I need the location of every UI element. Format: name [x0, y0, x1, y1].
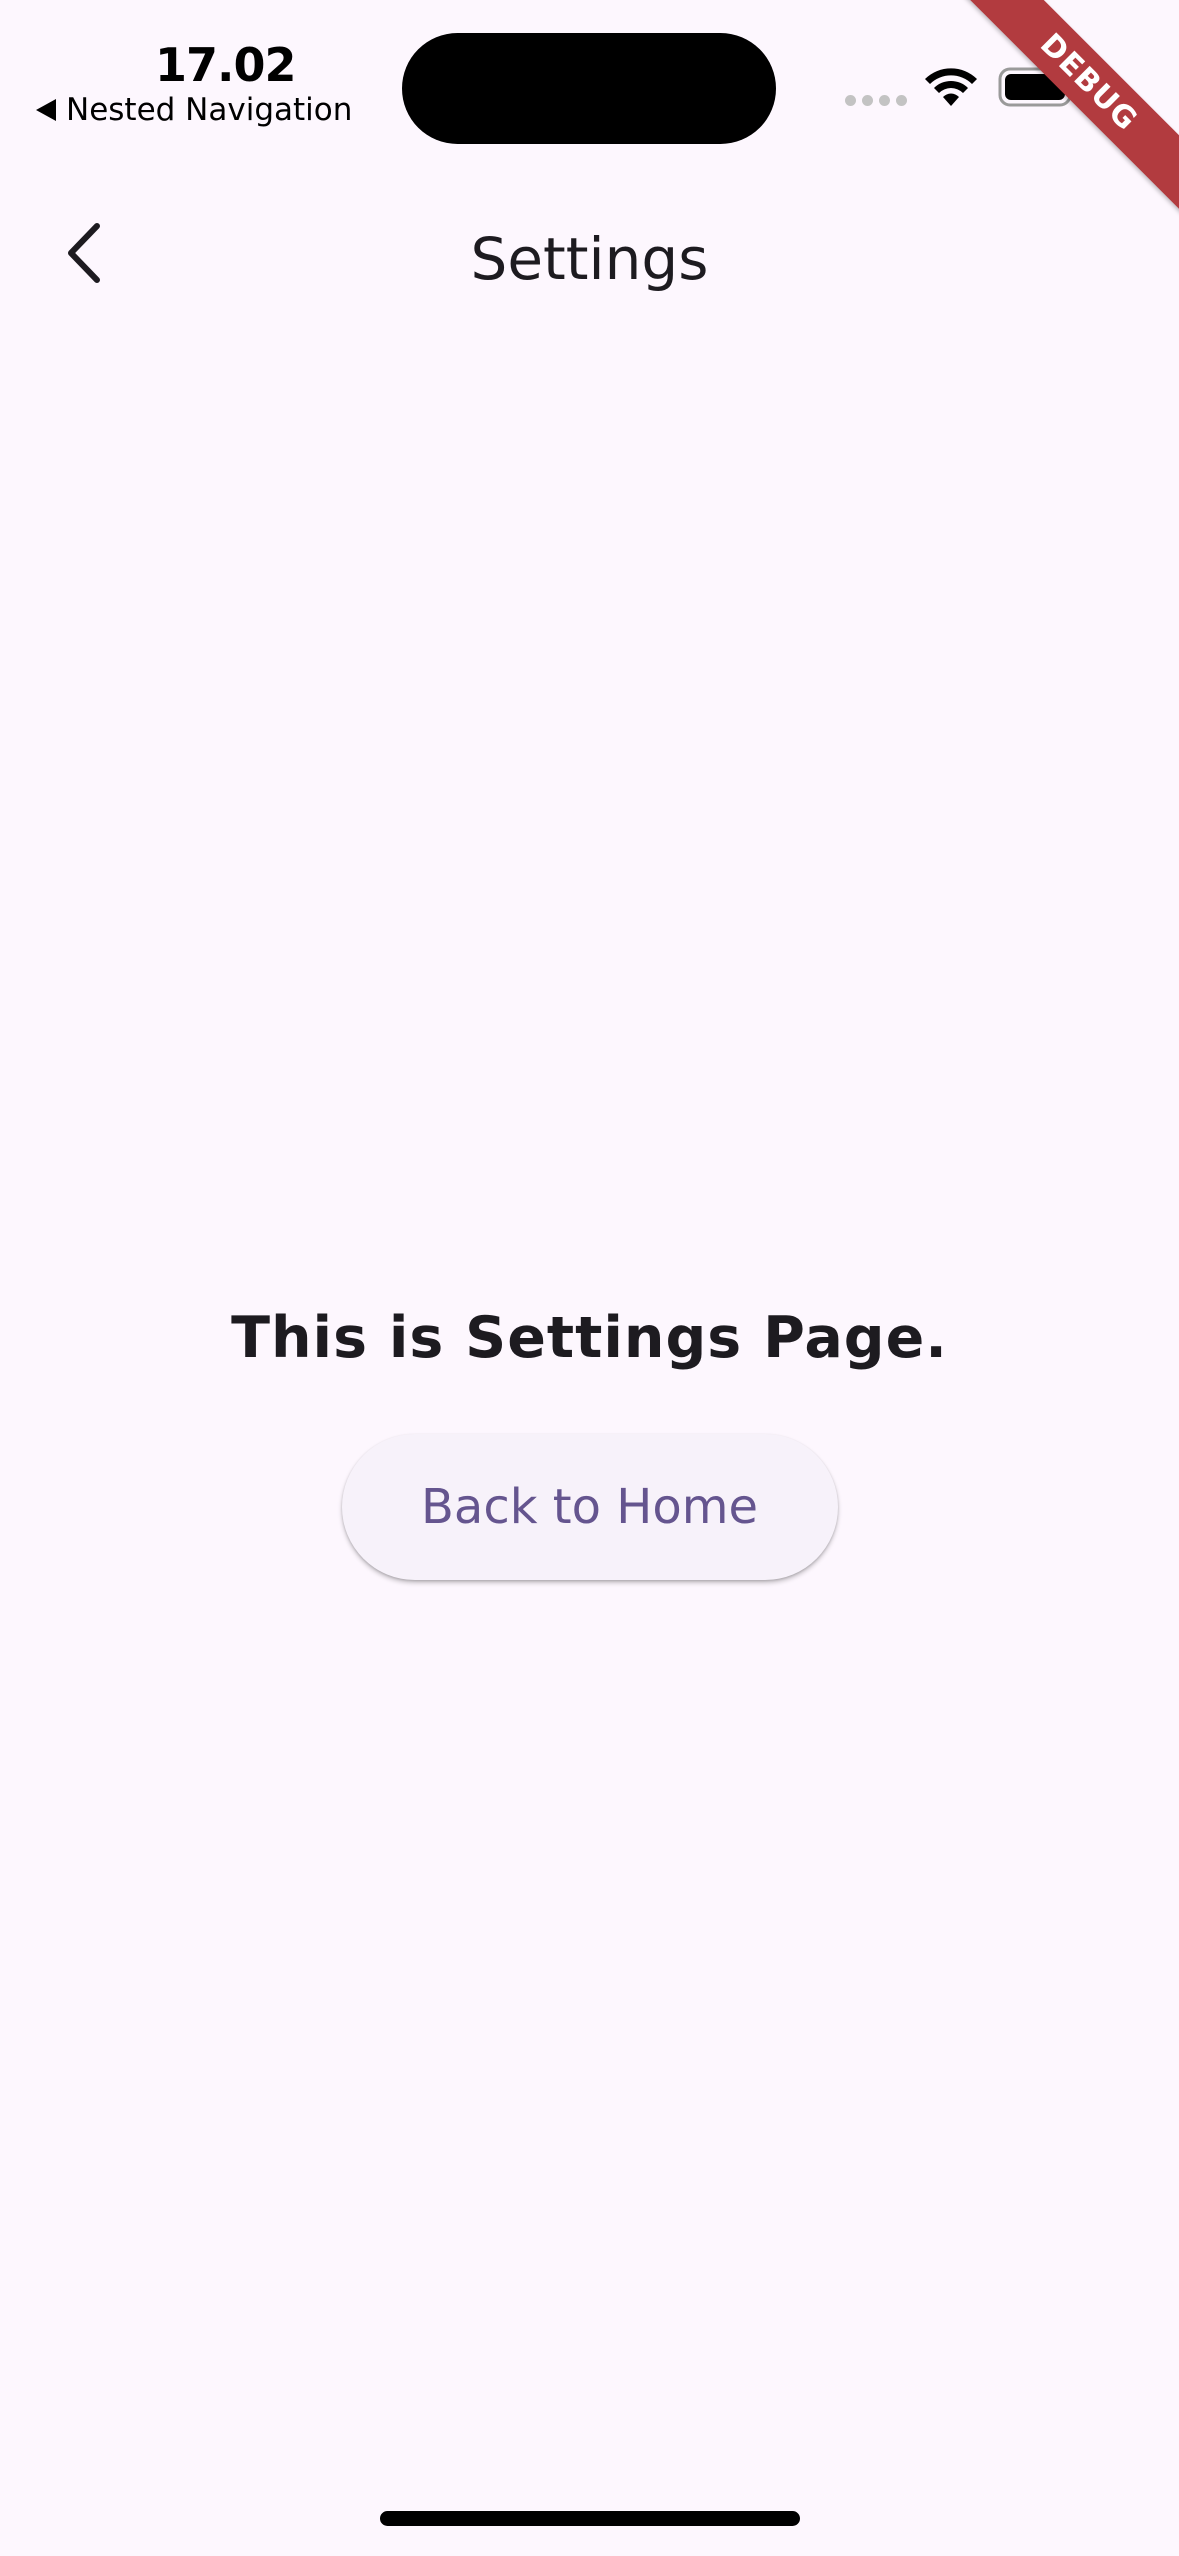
- cellular-signal-icon: [845, 95, 907, 106]
- back-to-home-button[interactable]: Back to Home: [341, 1434, 838, 1580]
- page-message: This is Settings Page.: [231, 1305, 948, 1371]
- back-triangle-icon: [36, 99, 56, 121]
- home-indicator[interactable]: [380, 2511, 800, 2526]
- main-content: This is Settings Page. Back to Home: [0, 1305, 1179, 1580]
- back-to-app-link[interactable]: Nested Navigation: [36, 92, 352, 128]
- dynamic-island: [402, 33, 776, 144]
- page-title: Settings: [470, 225, 709, 293]
- wifi-icon: [925, 68, 977, 106]
- status-time: 17.02: [155, 38, 297, 92]
- app-bar: Settings: [0, 170, 1179, 355]
- back-to-app-label: Nested Navigation: [66, 92, 353, 128]
